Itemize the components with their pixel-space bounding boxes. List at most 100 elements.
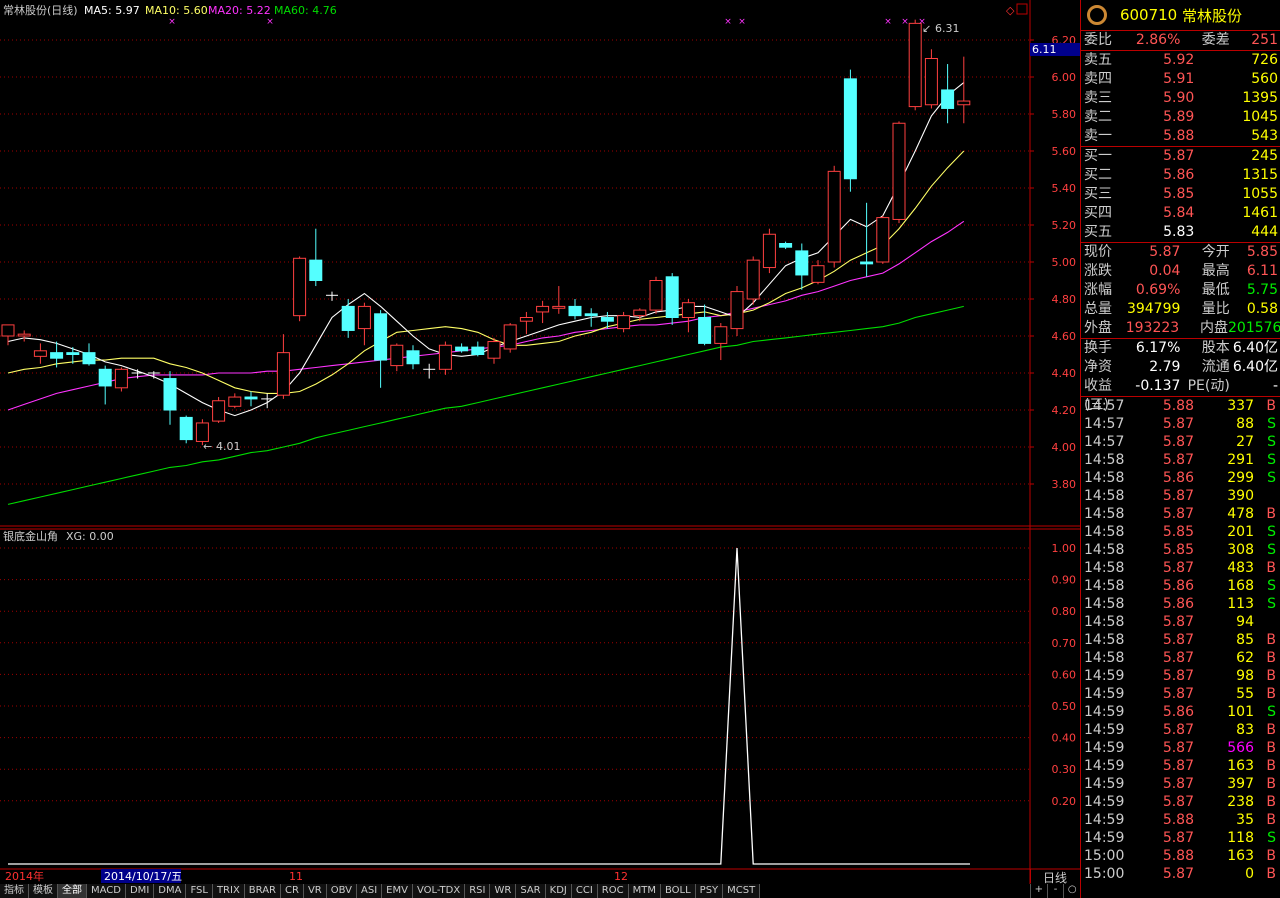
candle	[665, 273, 679, 325]
tab-cr[interactable]: CR	[281, 884, 304, 898]
tab-emv[interactable]: EMV	[382, 884, 413, 898]
zoom-in-button[interactable]: +	[1030, 884, 1047, 898]
trade-tick-row: 14:59 5.87 98 B	[1081, 667, 1280, 685]
indicator-tick-label: 0.40	[1052, 732, 1077, 745]
diamond-icon[interactable]: ◇	[1006, 4, 1015, 17]
tick-volume: 238	[1227, 794, 1254, 810]
price-tick-label: 5.20	[1052, 219, 1077, 232]
price-tick-label: 5.00	[1052, 256, 1077, 269]
tab-obv[interactable]: OBV	[326, 884, 357, 898]
tick-time: 14:58	[1084, 560, 1125, 576]
candle	[519, 311, 533, 335]
signal-mark-icon: ×	[168, 17, 176, 27]
quote-header: 600710 常林股份	[1081, 0, 1280, 31]
tab-全部[interactable]: 全部	[58, 884, 87, 898]
tab-cci[interactable]: CCI	[571, 884, 598, 898]
candle	[17, 330, 31, 342]
candle-body	[50, 352, 64, 359]
tick-side: S	[1267, 416, 1276, 432]
ma10-legend: MA10: 5.60	[145, 4, 208, 17]
tick-volume: 291	[1227, 452, 1254, 468]
tick-price: 5.86	[1162, 470, 1194, 486]
trade-tick-row: 14:57 5.87 88 S	[1081, 415, 1280, 433]
tab-fsl[interactable]: FSL	[186, 884, 213, 898]
stat-value: 0.69%	[1135, 282, 1181, 298]
tick-volume: 163	[1227, 848, 1254, 864]
info-label-2: PE(动)	[1187, 378, 1230, 394]
tick-volume: 390	[1227, 488, 1254, 504]
trade-tick-row: 14:59 5.87 566 B	[1081, 739, 1280, 757]
candle-body	[244, 396, 258, 400]
high-annotation: 6.31	[935, 22, 960, 35]
diff-label: 委差	[1201, 32, 1230, 48]
high-arrow-icon: ↙	[922, 22, 931, 35]
reset-button[interactable]: ○	[1063, 884, 1080, 898]
tick-time: 14:59	[1084, 704, 1125, 720]
candle	[698, 304, 712, 346]
candle	[617, 311, 631, 333]
tab-macd[interactable]: MACD	[87, 884, 126, 898]
candle	[552, 286, 566, 314]
candle	[503, 323, 517, 353]
candle	[941, 64, 955, 124]
tab-vol-tdx[interactable]: VOL-TDX	[412, 884, 466, 898]
info-value-2: 6.40亿	[1232, 340, 1278, 356]
date-label-cursor: 2014/10/17/五	[104, 870, 182, 883]
tick-side: B	[1266, 686, 1276, 702]
tab-psy[interactable]: PSY	[695, 884, 724, 898]
tab-mcst[interactable]: MCST	[723, 884, 761, 898]
tab-mtm[interactable]: MTM	[628, 884, 661, 898]
tab-brar[interactable]: BRAR	[244, 884, 281, 898]
tick-side: B	[1266, 722, 1276, 738]
bid-row: 买四 5.84 1461	[1081, 204, 1280, 223]
tab-vr[interactable]: VR	[303, 884, 327, 898]
candle-body	[438, 344, 452, 370]
tick-volume: 337	[1227, 398, 1254, 414]
candle-body	[293, 257, 307, 317]
candle-body	[730, 291, 744, 330]
tab-dma[interactable]: DMA	[154, 884, 187, 898]
signal-mark-icon: ×	[901, 17, 909, 27]
zoom-out-button[interactable]: -	[1046, 884, 1064, 898]
candle-body	[892, 122, 906, 220]
candle-body	[341, 305, 355, 331]
ask-label: 卖四	[1084, 71, 1112, 87]
candle	[82, 343, 96, 366]
bid-volume: 245	[1251, 148, 1278, 164]
tab-kdj[interactable]: KDJ	[545, 884, 572, 898]
indicator-tick-label: 0.30	[1052, 763, 1077, 776]
tab-sar[interactable]: SAR	[516, 884, 546, 898]
info-row: 换手 6.17% 股本 6.40亿	[1081, 339, 1280, 358]
tab-roc[interactable]: ROC	[597, 884, 629, 898]
tick-side: B	[1266, 758, 1276, 774]
kline-chart[interactable]: 6.206.005.805.605.405.205.004.804.604.40…	[0, 0, 1080, 884]
candle-body	[212, 400, 226, 422]
tick-price: 5.87	[1162, 416, 1194, 432]
candle	[293, 256, 307, 322]
tab-trix[interactable]: TRIX	[212, 884, 245, 898]
candle	[228, 393, 242, 409]
tab-模板[interactable]: 模板	[29, 884, 58, 898]
indicator-title: 银底金山角	[3, 529, 58, 543]
tick-time: 15:00	[1084, 848, 1125, 864]
bid-volume: 1461	[1242, 205, 1278, 221]
candle	[536, 300, 550, 324]
tick-time: 14:58	[1084, 506, 1125, 522]
period-label[interactable]: 日线	[1030, 869, 1079, 885]
tab-dmi[interactable]: DMI	[125, 884, 155, 898]
tab-boll[interactable]: BOLL	[660, 884, 696, 898]
maximize-icon[interactable]	[1016, 3, 1028, 15]
tab-rsi[interactable]: RSI	[465, 884, 491, 898]
tick-time: 14:58	[1084, 452, 1125, 468]
tab-wr[interactable]: WR	[490, 884, 517, 898]
candle	[779, 241, 793, 250]
tab-指标[interactable]: 指标	[0, 884, 29, 898]
tick-side: S	[1267, 470, 1276, 486]
candle	[406, 345, 420, 370]
stat-label: 涨幅	[1084, 282, 1112, 298]
scroll-buttons: + - ○	[1030, 884, 1080, 898]
bid-price: 5.86	[1163, 167, 1195, 183]
tab-asi[interactable]: ASI	[357, 884, 383, 898]
tick-volume: 94	[1236, 614, 1254, 630]
tick-side: S	[1267, 578, 1276, 594]
